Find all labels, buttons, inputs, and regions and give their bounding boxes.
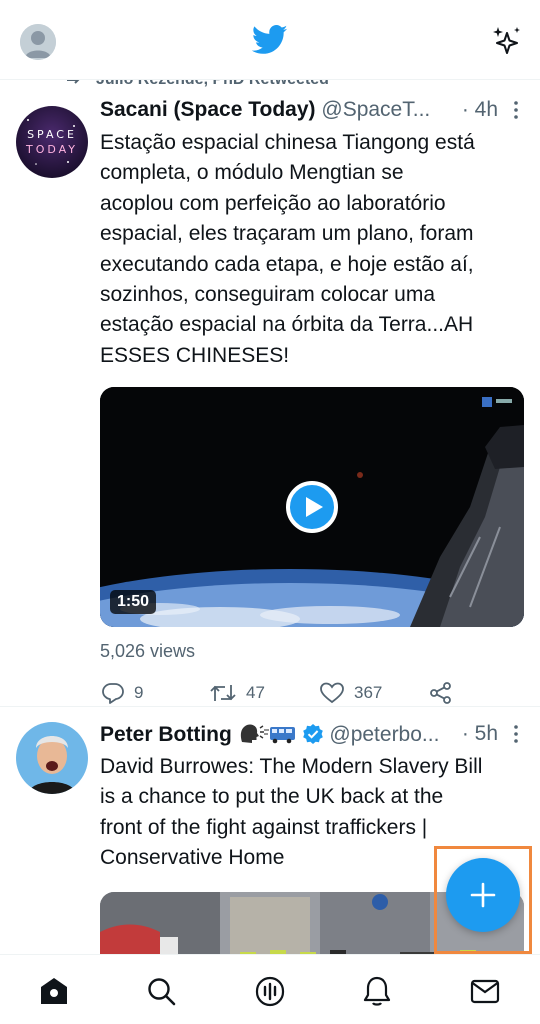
compose-tweet-button[interactable] — [446, 858, 520, 932]
tweet-card[interactable]: SPACE TODAY Sacani (Space Today) @SpaceT… — [0, 98, 540, 705]
tweet-header: Peter Botting @peterbo... · 5h — [100, 722, 524, 752]
plus-icon — [470, 882, 496, 908]
retweet-count: 47 — [246, 683, 265, 703]
tweet-text: Estação espacial chinesa Tiangong está c… — [100, 128, 524, 371]
messages-icon — [470, 979, 500, 1004]
tweet-text-line: David Burrowes: The Modern Slavery Bill — [100, 755, 483, 778]
tweet-text-line: Estação espacial chinesa Tiangong está — [100, 131, 475, 154]
avatar-text-space: SPACE — [27, 128, 77, 141]
speaking-head-icon — [240, 724, 264, 743]
video-duration: 1:50 — [110, 590, 157, 615]
play-button[interactable] — [286, 481, 338, 534]
home-icon — [41, 978, 67, 1004]
tweet-text-line: sozinhos, conseguiram colocar uma — [100, 283, 435, 307]
more-options-icon[interactable] — [512, 724, 520, 744]
author-name[interactable]: Peter Botting — [100, 723, 232, 746]
avatar-text-today: TODAY — [25, 143, 79, 156]
nav-notifications[interactable] — [361, 975, 393, 1007]
tweet-avatar[interactable]: SPACE TODAY — [16, 106, 88, 178]
tweet-text-line: ESSES CHINESES! — [100, 343, 290, 367]
twitter-bird-icon[interactable] — [252, 25, 288, 55]
spaces-icon — [255, 976, 285, 1007]
top-app-bar — [0, 0, 540, 80]
tweet-text-line: espacial, eles traçaram um plano, foram — [100, 222, 474, 246]
tweet-text-line: executando cada etapa, e hoje estão aí, — [100, 252, 474, 276]
tweet-text-line: completa, o módulo Mengtian se — [100, 161, 404, 185]
tweet-text-line: is a chance to put the UK back at the — [100, 785, 444, 809]
like-button[interactable]: 367 — [320, 682, 382, 704]
nav-spaces[interactable] — [254, 975, 286, 1007]
profile-icon — [20, 24, 56, 60]
play-icon — [306, 497, 323, 518]
view-count: 5,026 views — [100, 641, 196, 662]
reply-icon — [102, 683, 124, 705]
tweet-text-line: estação espacial na órbita da Terra...AH — [100, 313, 474, 337]
like-count: 367 — [354, 683, 383, 703]
reply-count: 9 — [134, 683, 144, 703]
nav-search[interactable] — [145, 975, 177, 1007]
tweet-avatar[interactable] — [16, 722, 88, 794]
video-player[interactable]: 1:50 — [100, 387, 524, 628]
notifications-icon — [363, 976, 391, 1006]
tweet-divider — [0, 706, 540, 707]
search-icon — [148, 978, 176, 1006]
bus-icon — [263, 727, 295, 744]
tweet-header: Sacani (Space Today) @SpaceT... · 4h — [100, 98, 524, 128]
author-handle[interactable]: @SpaceT... — [321, 98, 430, 121]
tweet-time[interactable]: · 5h — [462, 722, 498, 746]
tweet-time[interactable]: · 4h — [462, 98, 498, 122]
tweet-text-line: front of the fight against traffickers | — [100, 815, 428, 839]
share-icon — [430, 682, 451, 705]
tweet-text-line: acoplou com perfeição ao laboratório — [100, 191, 446, 215]
bottom-navigation — [0, 954, 540, 1024]
reply-button[interactable]: 9 — [102, 682, 144, 705]
author-name[interactable]: Sacani (Space Today) — [100, 98, 316, 121]
verified-badge-icon — [302, 724, 323, 744]
retweet-icon — [210, 685, 236, 702]
sparkle-icon[interactable] — [490, 24, 524, 58]
retweet-button[interactable]: 47 — [210, 682, 265, 704]
author-handle[interactable]: @peterbo... — [329, 723, 439, 746]
profile-avatar[interactable] — [20, 24, 56, 60]
nav-messages[interactable] — [469, 975, 501, 1007]
heart-icon — [320, 682, 344, 704]
share-button[interactable] — [430, 682, 462, 705]
more-options-icon[interactable] — [512, 100, 520, 120]
nav-home[interactable] — [38, 975, 70, 1007]
